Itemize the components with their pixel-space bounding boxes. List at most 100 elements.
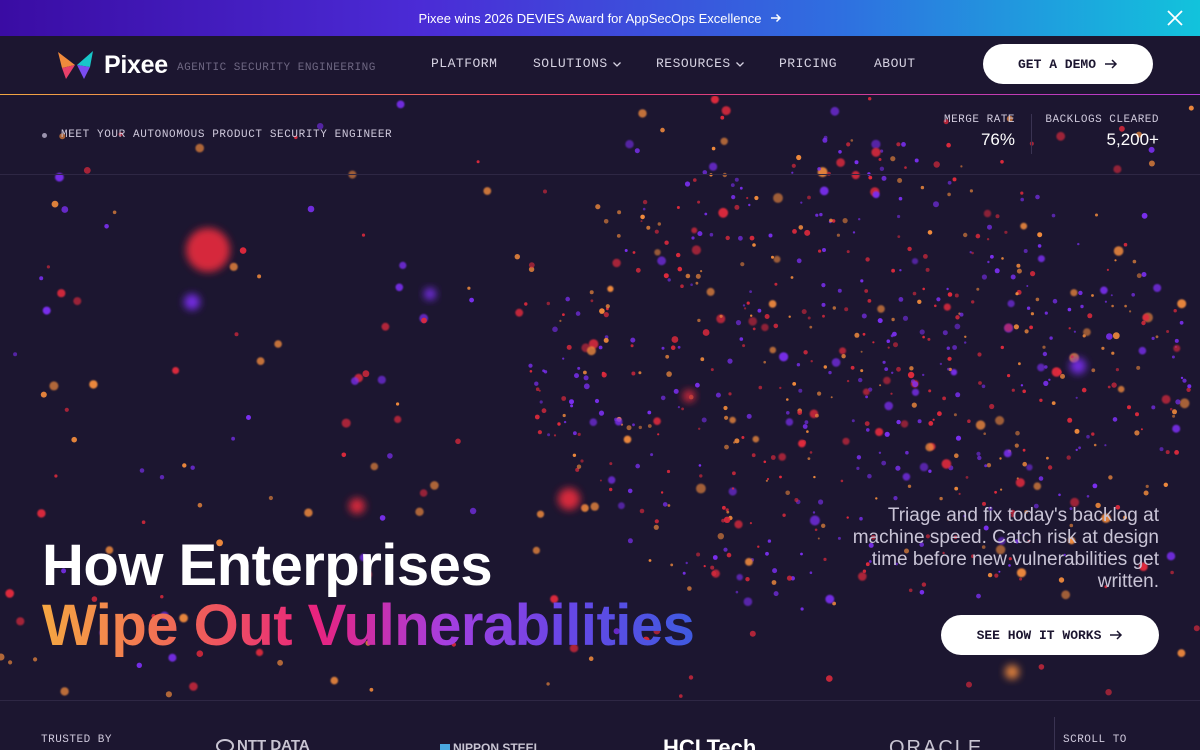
particle [677, 266, 683, 272]
particle [1129, 310, 1132, 313]
particle [807, 457, 811, 460]
particle [868, 175, 873, 180]
particle [752, 327, 756, 331]
particle [955, 435, 962, 441]
particle [595, 204, 601, 210]
particle [1131, 293, 1135, 297]
particle [64, 407, 69, 412]
particle [861, 313, 867, 319]
particle [864, 421, 870, 426]
particle [830, 396, 833, 399]
particle [1086, 495, 1090, 498]
particle [691, 227, 698, 234]
particle [878, 451, 882, 454]
particle [1104, 300, 1107, 303]
logo-hcltech: HCLTech [663, 735, 757, 750]
particle [798, 225, 804, 230]
particle [732, 471, 736, 476]
particle [581, 504, 589, 512]
nav-solutions[interactable]: SOLUTIONS [533, 56, 622, 71]
logo-ntt-data: NTT DATA [216, 737, 310, 750]
particle [749, 522, 753, 525]
particle [1136, 365, 1141, 370]
particle [574, 373, 579, 379]
particle [1033, 482, 1042, 491]
particle [1082, 334, 1086, 338]
particle [757, 545, 760, 548]
nav-pricing[interactable]: PRICING [779, 56, 837, 71]
nav-resources[interactable]: RESOURCES [656, 56, 745, 71]
close-icon[interactable] [1166, 9, 1184, 27]
particle [577, 432, 581, 436]
particle [800, 552, 803, 556]
particle [842, 437, 850, 445]
particle [907, 371, 915, 379]
particle [841, 354, 846, 359]
particle [994, 490, 997, 494]
particle [766, 477, 770, 481]
particle [603, 337, 609, 343]
stat-divider [1031, 114, 1032, 154]
brand-tagline: AGENTIC SECURITY ENGINEERING [177, 62, 376, 74]
particle [767, 539, 772, 543]
particle [182, 463, 187, 468]
see-how-it-works-button[interactable]: SEE HOW IT WORKS [941, 615, 1159, 655]
particle [361, 233, 366, 237]
particle [898, 297, 904, 302]
brand-logo[interactable]: Pixee [56, 48, 168, 82]
get-demo-button[interactable]: GET A DEMO [983, 44, 1153, 84]
particle [975, 233, 981, 239]
particle [946, 346, 950, 350]
particle [771, 255, 774, 259]
particle [608, 476, 616, 484]
nav-platform[interactable]: PLATFORM [431, 56, 497, 71]
particle [745, 577, 750, 582]
particle [695, 281, 699, 285]
particle [698, 464, 702, 467]
particle [1112, 332, 1120, 340]
particle [905, 450, 909, 455]
particle [1114, 259, 1117, 262]
particle [0, 653, 5, 661]
particle [1026, 306, 1031, 310]
particle [547, 433, 551, 437]
particle [671, 336, 679, 343]
particle [677, 406, 681, 409]
particle [727, 358, 733, 364]
particle [887, 346, 890, 349]
particle [807, 195, 811, 200]
particle [1172, 409, 1177, 415]
particle [814, 528, 818, 532]
particle [832, 306, 836, 310]
particle [764, 314, 770, 319]
particle [673, 388, 679, 394]
particle [627, 538, 633, 544]
particle [528, 262, 535, 268]
particle [730, 183, 735, 187]
particle [184, 294, 200, 310]
nav-about[interactable]: ABOUT [874, 56, 916, 71]
particle [864, 289, 869, 293]
particle [1091, 368, 1096, 373]
particle [879, 384, 882, 387]
particle [40, 391, 47, 398]
particle [573, 431, 577, 436]
particle [774, 282, 778, 286]
particle [594, 398, 600, 404]
particle [1080, 304, 1084, 309]
announcement-banner: Pixee wins 2026 DEVIES Award for AppSecO… [0, 0, 1200, 36]
particle [971, 251, 974, 255]
particle [712, 555, 718, 560]
particle [839, 347, 847, 355]
particle [902, 315, 909, 321]
particle [662, 502, 668, 507]
butterfly-logo-icon [58, 51, 93, 79]
particle [469, 507, 477, 515]
particle [884, 401, 893, 411]
particle [307, 205, 315, 213]
announcement-link[interactable]: Pixee wins 2026 DEVIES Award for AppSecO… [418, 11, 781, 26]
particle [768, 233, 773, 238]
scroll-to-label[interactable]: SCROLL TO [1063, 734, 1127, 746]
particle [994, 268, 1000, 274]
particle [638, 425, 642, 430]
